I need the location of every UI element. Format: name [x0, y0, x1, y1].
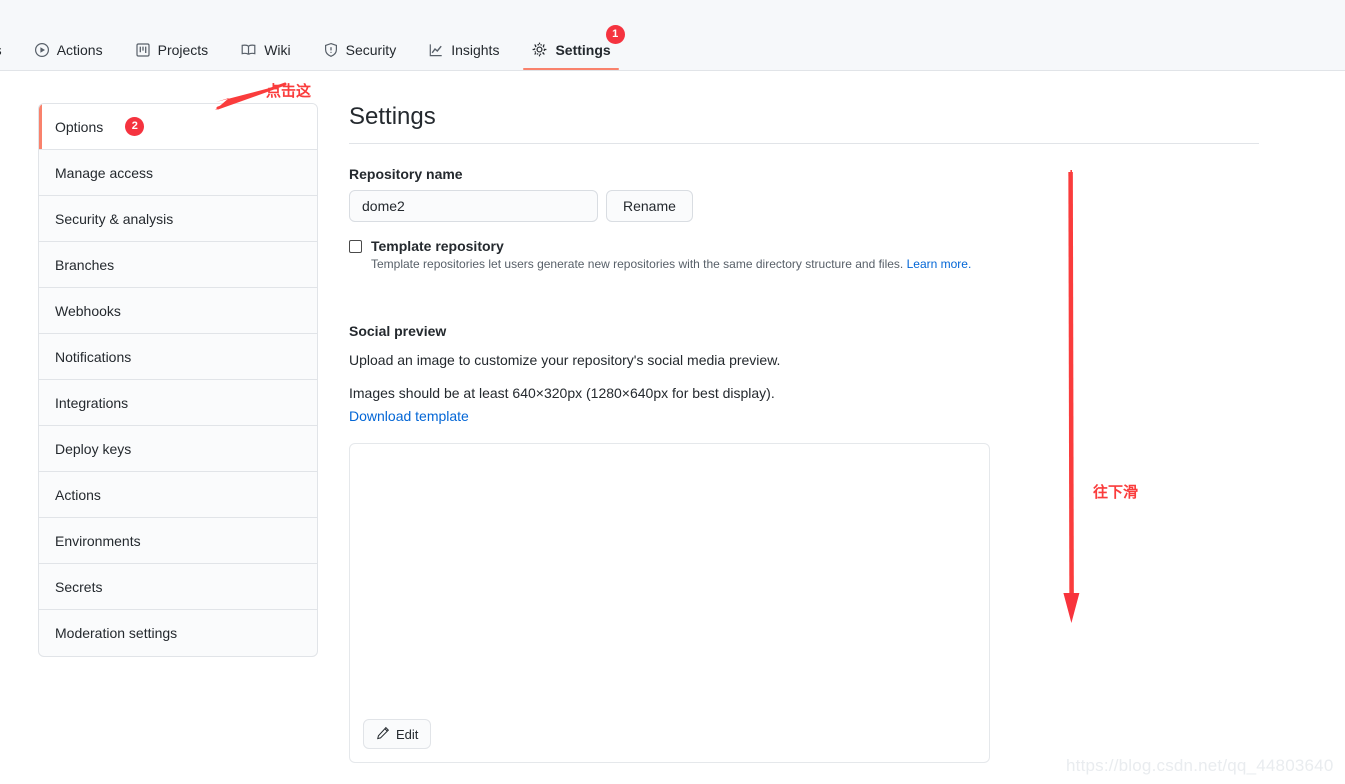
repo-nav-items: ests Actions Projects [0, 20, 627, 70]
template-repository-help: Template repositories let users generate… [371, 257, 1259, 271]
sidebar-item-manage-access[interactable]: Manage access [39, 150, 317, 196]
gear-icon [531, 41, 548, 58]
edit-social-preview-button[interactable]: Edit [363, 719, 432, 749]
sidebar-item-label: Secrets [55, 578, 103, 595]
book-icon [240, 42, 257, 58]
shield-icon [323, 42, 339, 58]
nav-tab-label: Actions [56, 42, 103, 58]
watermark: https://blog.csdn.net/qq_44803640 [1066, 756, 1334, 775]
sidebar-item-branches[interactable]: Branches [39, 242, 317, 288]
social-preview-heading: Social preview [349, 323, 447, 339]
settings-step-badge: 1 [605, 25, 625, 44]
pencil-icon [376, 726, 390, 743]
sidebar-item-options[interactable]: Options 2 [39, 104, 317, 150]
social-preview-dropzone[interactable]: Edit [349, 443, 990, 763]
sidebar-item-label: Moderation settings [55, 625, 178, 641]
sidebar-item-moderation-settings[interactable]: Moderation settings [39, 610, 317, 656]
nav-tab-insights[interactable]: Insights [412, 42, 515, 70]
project-board-icon [135, 42, 151, 58]
settings-sidebar: Options 2 Manage access Security & analy… [38, 103, 318, 657]
nav-tab-label: Insights [451, 42, 500, 58]
nav-tab-wiki[interactable]: Wiki [224, 42, 306, 70]
template-repository-label: Template repository [371, 238, 504, 254]
page-root: ests Actions Projects [0, 0, 1345, 784]
template-repository-row: Template repository [349, 238, 1259, 254]
template-repository-checkbox[interactable] [349, 239, 362, 253]
repository-name-row: Rename [349, 190, 1259, 222]
template-repository-help-text: Template repositories let users generate… [371, 257, 904, 271]
nav-tab-label: Projects [157, 42, 209, 58]
nav-tab-security[interactable]: Security [307, 42, 413, 70]
annotation-click-here-text: 点击这 [266, 82, 312, 100]
sidebar-item-label: Options [55, 118, 104, 135]
options-step-badge: 2 [125, 117, 145, 136]
nav-tab-projects[interactable]: Projects [119, 42, 225, 70]
sidebar-item-label: Environments [55, 532, 141, 549]
repository-name-input[interactable] [349, 190, 598, 222]
template-repository-learn-more-link[interactable]: Learn more. [907, 257, 972, 271]
sidebar-item-integrations[interactable]: Integrations [39, 380, 317, 426]
sidebar-item-label: Integrations [55, 394, 129, 411]
sidebar-item-label: Actions [55, 486, 101, 503]
sidebar-item-webhooks[interactable]: Webhooks [39, 288, 317, 334]
sidebar-item-security-analysis[interactable]: Security & analysis [39, 196, 317, 242]
download-template-link[interactable]: Download template [349, 408, 469, 424]
rename-button[interactable]: Rename [606, 190, 693, 222]
sidebar-item-actions[interactable]: Actions [39, 472, 317, 518]
sidebar-item-label: Notifications [55, 348, 132, 365]
nav-tab-label: Wiki [264, 42, 291, 58]
sidebar-item-environments[interactable]: Environments [39, 518, 317, 564]
nav-tab-label: Settings [555, 41, 611, 58]
repo-nav-bar: ests Actions Projects [0, 0, 1345, 71]
social-preview-size-note: Images should be at least 640×320px (128… [349, 385, 775, 401]
sidebar-item-notifications[interactable]: Notifications [39, 334, 317, 380]
nav-tab-actions[interactable]: Actions [18, 42, 119, 70]
nav-tab-label: Security [345, 42, 397, 58]
page-title: Settings [349, 103, 1259, 144]
sidebar-item-label: Security & analysis [55, 210, 174, 227]
annotation-scroll-down-text: 往下滑 [1093, 483, 1139, 501]
sidebar-item-deploy-keys[interactable]: Deploy keys [39, 426, 317, 472]
sidebar-item-label: Manage access [55, 164, 154, 181]
nav-tab-settings[interactable]: Settings 1 [515, 25, 626, 70]
social-preview-description: Upload an image to customize your reposi… [349, 352, 781, 368]
sidebar-item-label: Deploy keys [55, 440, 132, 457]
sidebar-item-label: Webhooks [55, 302, 121, 319]
nav-tab-label: ests [0, 42, 2, 58]
settings-main-content: Settings Repository name Rename Template… [349, 103, 1259, 763]
repository-name-label: Repository name [349, 166, 463, 182]
sidebar-item-secrets[interactable]: Secrets [39, 564, 317, 610]
edit-button-label: Edit [396, 726, 419, 742]
nav-tab-pull-requests[interactable]: ests [0, 42, 18, 70]
graph-icon [428, 42, 444, 58]
sidebar-item-label: Branches [55, 256, 115, 273]
play-circle-icon [34, 42, 50, 58]
